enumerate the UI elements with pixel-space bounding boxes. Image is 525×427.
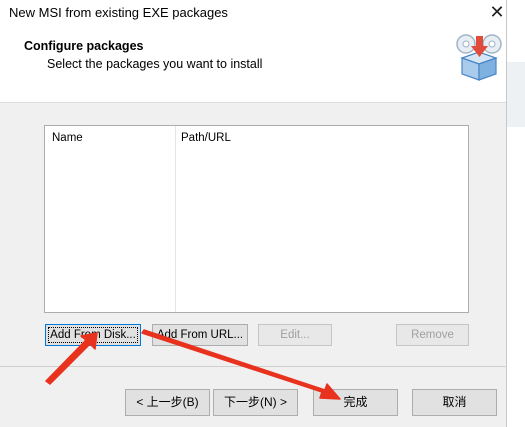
add-from-url-button[interactable]: Add From URL... bbox=[152, 324, 248, 346]
focus-rectangle bbox=[48, 327, 138, 343]
footer-separator bbox=[0, 366, 506, 367]
column-header-path[interactable]: Path/URL bbox=[181, 132, 231, 144]
remove-button[interactable]: Remove bbox=[396, 324, 469, 346]
cancel-button[interactable]: 取消 bbox=[412, 389, 497, 416]
back-button[interactable]: < 上一步(B) bbox=[125, 389, 210, 416]
finish-button[interactable]: 完成 bbox=[313, 389, 398, 416]
next-button[interactable]: 下一步(N) > bbox=[213, 389, 298, 416]
window-title: New MSI from existing EXE packages bbox=[9, 5, 228, 20]
column-header-name[interactable]: Name bbox=[52, 132, 83, 144]
edit-button[interactable]: Edit... bbox=[258, 324, 332, 346]
page-title: Configure packages bbox=[24, 39, 144, 53]
package-install-icon bbox=[456, 30, 502, 82]
page-subtitle: Select the packages you want to install bbox=[47, 57, 263, 71]
close-icon[interactable]: ✕ bbox=[486, 1, 508, 23]
column-separator[interactable] bbox=[175, 126, 176, 312]
add-from-disk-button[interactable]: Add From Disk... bbox=[45, 324, 141, 346]
background-window-fragment bbox=[507, 62, 525, 127]
packages-list[interactable] bbox=[44, 125, 469, 313]
